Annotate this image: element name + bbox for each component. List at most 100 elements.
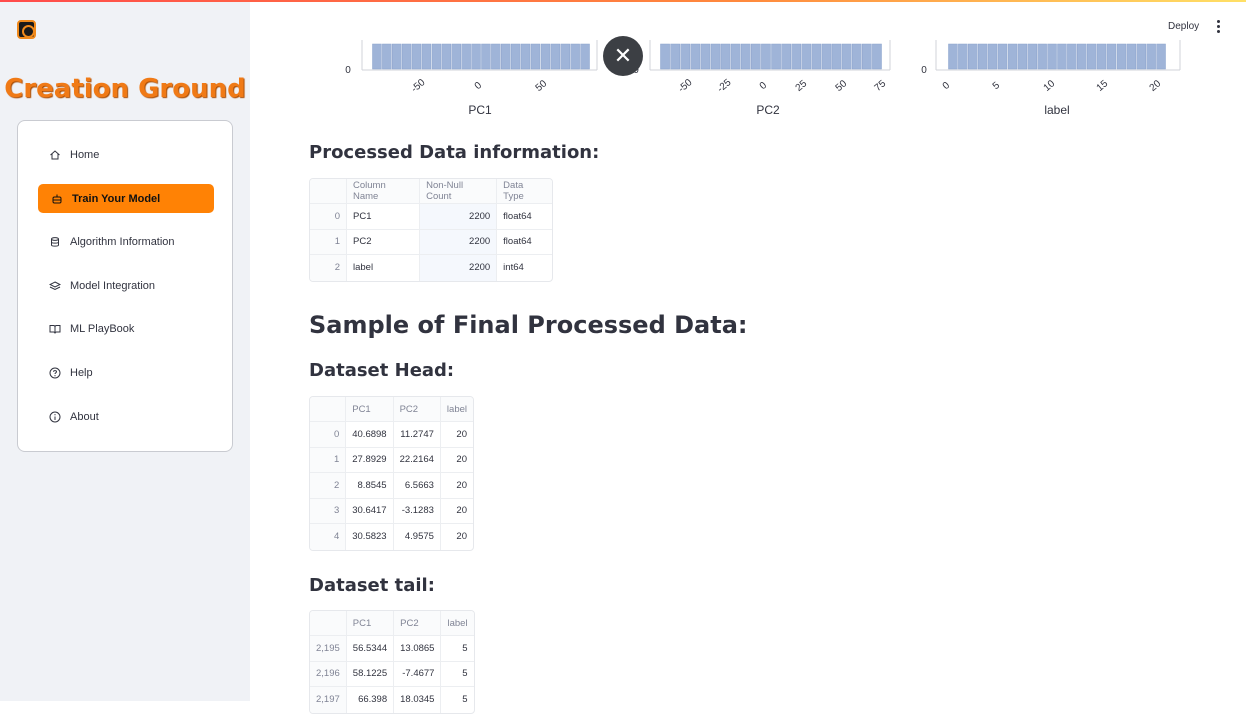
histogram-bar <box>1156 43 1166 70</box>
histogram-bar <box>372 43 382 70</box>
y-tick-label: 0 <box>345 65 351 76</box>
histogram-bar <box>987 43 998 70</box>
histogram-bar <box>1027 43 1037 70</box>
robot-icon <box>50 192 64 206</box>
histogram-bar <box>670 43 680 70</box>
histogram-bar <box>1017 43 1028 70</box>
histogram-bar <box>580 43 590 70</box>
sidebar-item-label: About <box>70 411 99 423</box>
help-circle-icon <box>48 366 62 380</box>
histogram-bar <box>1067 43 1077 70</box>
main-menu-icon[interactable] <box>1210 17 1226 35</box>
top-accent-bar <box>0 0 1246 2</box>
histogram-bar <box>977 43 988 70</box>
column-header: PC2 <box>393 397 441 422</box>
column-header: label <box>440 397 473 422</box>
x-tick-label: 10 <box>1042 78 1058 94</box>
x-tick-label: 75 <box>873 78 889 94</box>
info-icon <box>48 410 62 424</box>
nav-menu: Home Train Your Model Algorithm Informat… <box>17 120 233 452</box>
histogram-bar <box>997 43 1008 70</box>
index-header <box>310 611 347 636</box>
histogram-bar <box>431 43 442 70</box>
index-header <box>310 179 347 204</box>
histogram-bar <box>481 43 491 70</box>
sidebar-item-ml-playbook[interactable]: ML PlayBook <box>48 317 218 341</box>
histogram-bar <box>1037 43 1047 70</box>
sidebar-item-label: Model Integration <box>70 280 155 292</box>
histogram-bar <box>700 43 711 70</box>
index-header <box>310 397 347 422</box>
sidebar-item-about[interactable]: About <box>48 405 218 429</box>
histogram-bar <box>720 43 731 70</box>
histogram-bar <box>821 43 832 70</box>
dataset-tail-title: Dataset tail: <box>309 575 435 596</box>
histogram-bar <box>520 43 531 70</box>
histogram-bar <box>530 43 541 70</box>
histogram-charts: 0 -50 0 50 PC1 -50 -25 0 25 50 75 PC2 0 0 5 10 15 20 label… <box>345 40 1181 117</box>
histogram-bar <box>1096 43 1107 70</box>
histogram-bar <box>761 43 771 70</box>
x-axis-title: PC2 <box>756 103 780 117</box>
sample-title: Sample of Final Processed Data: <box>309 311 748 339</box>
histogram-bar <box>1116 43 1127 70</box>
histogram-bar <box>491 43 501 70</box>
table-row: 2,197 66.398 18.0345 5 <box>310 687 474 713</box>
histogram-bar <box>730 43 741 70</box>
dataset-head-title: Dataset Head: <box>309 360 455 381</box>
x-axis-title: PC1 <box>468 103 492 117</box>
column-header: label <box>441 611 474 636</box>
sidebar-item-train-your-model[interactable]: Train Your Model <box>38 184 214 213</box>
sidebar-item-model-integration[interactable]: Model Integration <box>48 274 218 298</box>
processed-info-table: Column Name Non-Null Count Data Type 0 P… <box>309 178 553 282</box>
histogram-bar <box>710 43 721 70</box>
brand-title: Creation Ground <box>4 74 246 104</box>
histogram-bar <box>1126 43 1137 70</box>
table-row: 4 30.5823 4.9575 20 <box>310 524 473 550</box>
histogram-bar <box>1057 43 1067 70</box>
histogram-bar <box>680 43 691 70</box>
sidebar-item-algorithm-information[interactable]: Algorithm Information <box>48 230 218 254</box>
table-row: 1 27.8929 22.2164 20 <box>310 447 473 473</box>
histogram-bar <box>801 43 812 70</box>
processed-info-title: Processed Data information: <box>309 142 600 163</box>
histogram-bar <box>570 43 580 70</box>
x-tick-label: -50 <box>676 77 694 95</box>
histogram-bar <box>862 43 872 70</box>
histogram-bar <box>461 43 471 70</box>
y-tick-label: 0 <box>921 65 927 76</box>
histogram-bar <box>441 43 452 70</box>
sidebar-item-help[interactable]: Help <box>48 361 218 385</box>
database-icon <box>48 235 62 249</box>
book-icon <box>48 322 62 336</box>
sidebar-item-label: Algorithm Information <box>70 236 175 248</box>
histogram-bar <box>690 43 701 70</box>
x-tick-label: 0 <box>941 80 953 92</box>
x-tick-label: 5 <box>991 80 1003 92</box>
table-row: 2 label 2200 int64 <box>310 255 552 281</box>
histogram-bar <box>1136 43 1146 70</box>
histogram-bar <box>550 43 561 70</box>
histogram-bar <box>948 43 958 70</box>
histogram-bar <box>851 43 862 70</box>
histogram-bar <box>660 43 670 70</box>
histogram-bar <box>1106 43 1117 70</box>
histogram-bar <box>1086 43 1097 70</box>
histogram-bar <box>540 43 551 70</box>
histogram-bar <box>501 43 511 70</box>
histogram-bar <box>958 43 968 70</box>
histogram-bar <box>841 43 852 70</box>
histogram-bar <box>831 43 842 70</box>
sidebar-item-label: Home <box>70 149 100 161</box>
sidebar-item-home[interactable]: Home <box>48 143 218 167</box>
histogram-bar <box>421 43 432 70</box>
sidebar-item-label: ML PlayBook <box>70 323 135 335</box>
histogram-bar <box>510 43 521 70</box>
table-row: 3 30.6417 -3.1283 20 <box>310 498 473 524</box>
column-header: Non-Null Count <box>420 179 498 204</box>
table-row: 2,195 56.5344 13.0865 5 <box>310 636 474 662</box>
close-icon[interactable]: ✕ <box>603 36 643 76</box>
histogram-bar <box>811 43 822 70</box>
x-tick-label: -25 <box>715 77 733 95</box>
x-tick-label: 20 <box>1148 78 1164 94</box>
